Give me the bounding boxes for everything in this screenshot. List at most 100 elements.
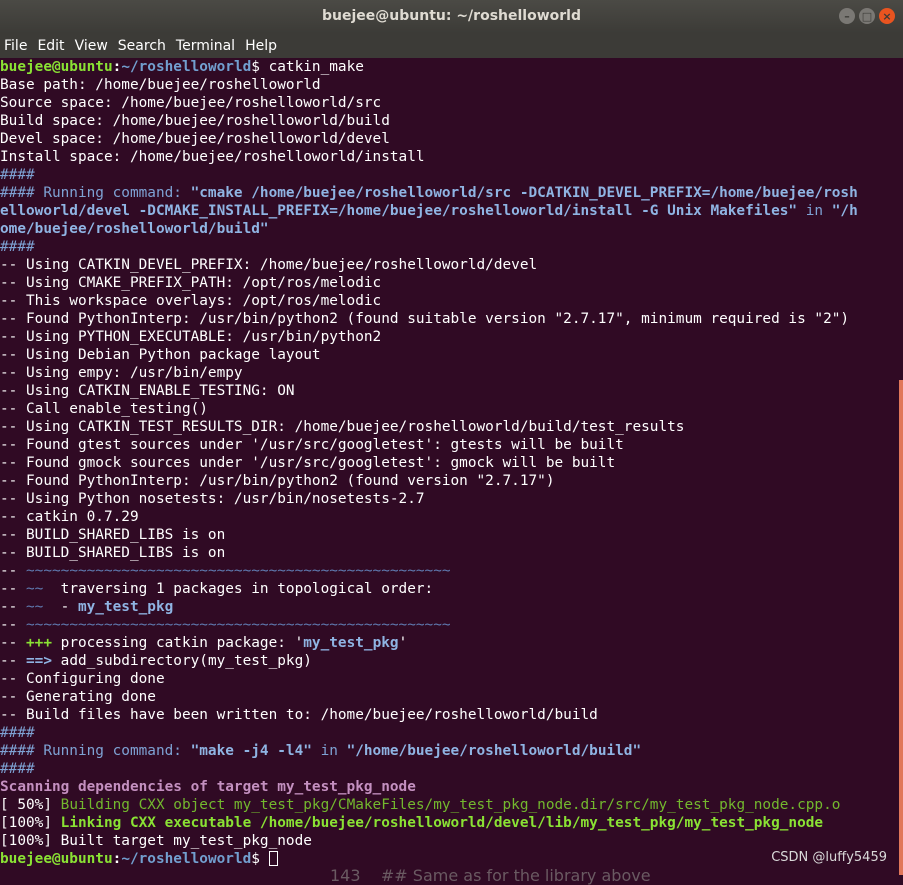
terminal-text: in xyxy=(797,203,832,219)
terminal-text: -- BUILD_SHARED_LIBS is on xyxy=(0,545,226,561)
terminal-text: +++ xyxy=(26,635,52,651)
maximize-icon[interactable]: □ xyxy=(859,8,875,24)
terminal-line: [100%] Linking CXX executable /home/buej… xyxy=(0,814,897,832)
terminal-line: -- ~~~~~~~~~~~~~~~~~~~~~~~~~~~~~~~~~~~~~… xyxy=(0,616,897,634)
terminal-text: Scanning dependencies of target my_test_… xyxy=(0,779,416,795)
terminal-line: -- Using empy: /usr/bin/empy xyxy=(0,364,897,382)
terminal-text: -- Found gtest sources under '/usr/src/g… xyxy=(0,437,624,453)
terminal-line: -- Using Python nosetests: /usr/bin/nose… xyxy=(0,490,897,508)
terminal-line: -- +++ processing catkin package: 'my_te… xyxy=(0,634,897,652)
terminal-text: processing catkin package: ' xyxy=(52,635,304,651)
terminal-line: elloworld/devel -DCMAKE_INSTALL_PREFIX=/… xyxy=(0,202,897,220)
terminal-text: $ catkin_make xyxy=(251,59,364,75)
terminal-line: Scanning dependencies of target my_test_… xyxy=(0,778,897,796)
terminal-line: buejee@ubuntu:~/roshelloworld$ catkin_ma… xyxy=(0,58,897,76)
terminal-text: ~~ xyxy=(26,599,44,615)
terminal-text: -- catkin 0.7.29 xyxy=(0,509,139,525)
close-icon[interactable]: × xyxy=(879,8,895,24)
menu-bar: File Edit View Search Terminal Help xyxy=(0,33,903,58)
terminal-text: #### Running command: xyxy=(0,743,191,759)
terminal-text: $ xyxy=(251,851,269,867)
scrollbar[interactable] xyxy=(899,380,903,875)
terminal-text: -- xyxy=(0,563,26,579)
terminal-line: -- Using CATKIN_TEST_RESULTS_DIR: /home/… xyxy=(0,418,897,436)
terminal-text: -- Using empy: /usr/bin/empy xyxy=(0,365,243,381)
terminal-text: -- xyxy=(0,581,26,597)
terminal-text: -- Call enable_testing() xyxy=(0,401,208,417)
terminal-text: in xyxy=(311,743,347,759)
terminal-text: Linking CXX executable /home/buejee/rosh… xyxy=(60,815,824,831)
terminal-text: #### xyxy=(0,761,35,777)
terminal-line: -- BUILD_SHARED_LIBS is on xyxy=(0,526,897,544)
terminal-text: -- xyxy=(0,599,26,615)
window-controls: – □ × xyxy=(839,8,895,24)
cursor xyxy=(268,851,278,866)
terminal-line: -- Found gmock sources under '/usr/src/g… xyxy=(0,454,897,472)
terminal-text: [ 50%] xyxy=(0,797,61,813)
terminal-text: #### Running command: xyxy=(0,185,191,201)
menu-file[interactable]: File xyxy=(0,38,32,54)
terminal-text: -- Using PYTHON_EXECUTABLE: /usr/bin/pyt… xyxy=(0,329,382,345)
terminal-line: -- BUILD_SHARED_LIBS is on xyxy=(0,544,897,562)
terminal-text: ~/roshelloworld xyxy=(121,59,252,75)
terminal-text: -- BUILD_SHARED_LIBS is on xyxy=(0,527,226,543)
terminal-line: #### xyxy=(0,724,897,742)
terminal-line: -- This workspace overlays: /opt/ros/mel… xyxy=(0,292,897,310)
terminal-line: -- ~~~~~~~~~~~~~~~~~~~~~~~~~~~~~~~~~~~~~… xyxy=(0,562,897,580)
terminal-text: -- This workspace overlays: /opt/ros/mel… xyxy=(0,293,382,309)
terminal-text: "/h xyxy=(831,203,858,219)
terminal-line: -- Generating done xyxy=(0,688,897,706)
terminal-line: -- Call enable_testing() xyxy=(0,400,897,418)
terminal-line: ome/buejee/roshelloworld/build" xyxy=(0,220,897,238)
terminal-text: -- xyxy=(0,653,26,669)
terminal-text: -- Found gmock sources under '/usr/src/g… xyxy=(0,455,616,471)
terminal-line: #### xyxy=(0,166,897,184)
terminal-text: -- Using CATKIN_ENABLE_TESTING: ON xyxy=(0,383,295,399)
terminal-text: : xyxy=(112,59,122,75)
terminal-text: "make -j4 -l4" xyxy=(190,743,312,759)
terminal-line: #### xyxy=(0,238,897,256)
terminal-text: ~~~~~~~~~~~~~~~~~~~~~~~~~~~~~~~~~~~~~~~~… xyxy=(26,617,451,633)
terminal-line: -- Using CATKIN_DEVEL_PREFIX: /home/buej… xyxy=(0,256,897,274)
terminal-line: -- ~~ - my_test_pkg xyxy=(0,598,897,616)
terminal-line: -- catkin 0.7.29 xyxy=(0,508,897,526)
menu-search[interactable]: Search xyxy=(113,38,171,54)
terminal-text: buejee@ubuntu xyxy=(0,59,113,75)
terminal-text: my_test_pkg xyxy=(77,599,174,615)
menu-view[interactable]: View xyxy=(70,38,113,54)
terminal-line: -- Using PYTHON_EXECUTABLE: /usr/bin/pyt… xyxy=(0,328,897,346)
terminal-text: Source space: /home/buejee/roshelloworld… xyxy=(0,95,382,111)
terminal-text: #### xyxy=(0,725,35,741)
minimize-icon[interactable]: – xyxy=(839,8,855,24)
terminal-line: -- ==> add_subdirectory(my_test_pkg) xyxy=(0,652,897,670)
terminal-text: [100%] Built target my_test_pkg_node xyxy=(0,833,312,849)
terminal-line: [100%] Built target my_test_pkg_node xyxy=(0,832,897,850)
terminal-line: Source space: /home/buejee/roshelloworld… xyxy=(0,94,897,112)
terminal-text: #### xyxy=(0,239,35,255)
watermark: CSDN @luffy5459 xyxy=(771,850,887,865)
terminal-line: [ 50%] Building CXX object my_test_pkg/C… xyxy=(0,796,897,814)
terminal-text: -- Found PythonInterp: /usr/bin/python2 … xyxy=(0,311,850,327)
terminal-text: buejee@ubuntu xyxy=(0,851,113,867)
terminal-text: ' xyxy=(398,635,408,651)
terminal-line: #### xyxy=(0,760,897,778)
terminal-text: Building CXX object my_test_pkg/CMakeFil… xyxy=(60,797,841,813)
menu-edit[interactable]: Edit xyxy=(32,38,69,54)
menu-help[interactable]: Help xyxy=(240,38,282,54)
terminal-text: [100%] xyxy=(0,815,61,831)
terminal-output[interactable]: buejee@ubuntu:~/roshelloworld$ catkin_ma… xyxy=(0,58,897,875)
terminal-line: -- Using Debian Python package layout xyxy=(0,346,897,364)
terminal-line: #### Running command: "cmake /home/bueje… xyxy=(0,184,897,202)
title-bar: buejee@ubuntu: ~/roshelloworld – □ × xyxy=(0,0,903,33)
terminal-text: -- Generating done xyxy=(0,689,156,705)
terminal-line: -- ~~ traversing 1 packages in topologic… xyxy=(0,580,897,598)
terminal-text: Base path: /home/buejee/roshelloworld xyxy=(0,77,321,93)
terminal-text: -- Build files have been written to: /ho… xyxy=(0,707,598,723)
terminal-line: Build space: /home/buejee/roshelloworld/… xyxy=(0,112,897,130)
menu-terminal[interactable]: Terminal xyxy=(171,38,240,54)
terminal-text: -- xyxy=(0,635,26,651)
terminal-line: -- Found PythonInterp: /usr/bin/python2 … xyxy=(0,310,897,328)
terminal-text: ==> xyxy=(26,653,52,669)
terminal-line: -- Found PythonInterp: /usr/bin/python2 … xyxy=(0,472,897,490)
terminal-text: "/home/buejee/roshelloworld/build" xyxy=(346,743,642,759)
